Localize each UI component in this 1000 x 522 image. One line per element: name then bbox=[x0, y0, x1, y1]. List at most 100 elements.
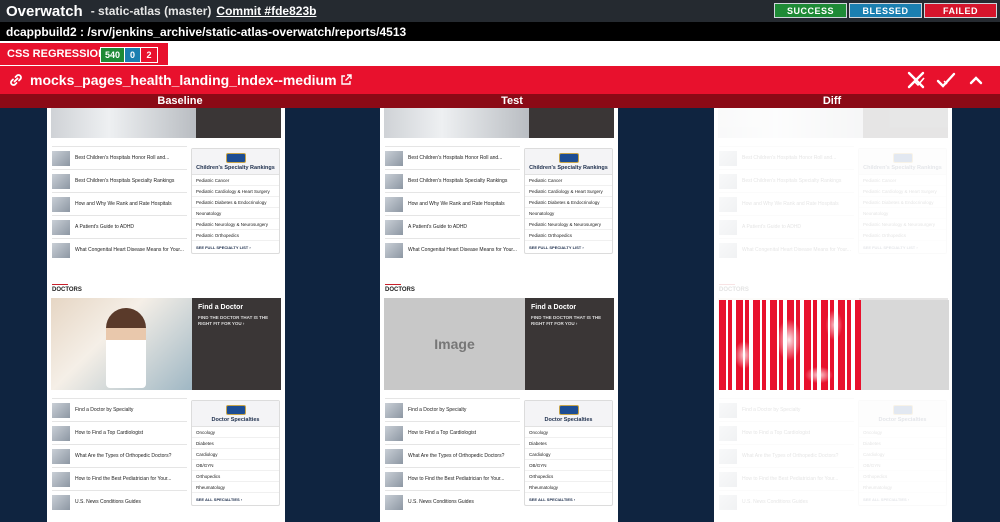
specialty-link[interactable]: Diabetes bbox=[525, 438, 612, 449]
ranking-link[interactable]: Neonatology bbox=[525, 208, 612, 219]
fail-count-badge[interactable]: 2 bbox=[141, 48, 157, 62]
list-item[interactable]: How and Why We Rank and Rate Hospitals bbox=[52, 192, 187, 215]
list-item[interactable]: What Congenital Heart Disease Means for … bbox=[385, 238, 520, 261]
specialty-link[interactable]: Orthopedics bbox=[192, 471, 279, 482]
list-item[interactable]: What Are the Types of Orthopedic Doctors… bbox=[719, 444, 854, 467]
specialty-link[interactable]: OB/GYN bbox=[192, 460, 279, 471]
specialty-link[interactable]: Cardiology bbox=[525, 449, 612, 460]
ranking-link[interactable]: Pediatric Orthopedics bbox=[525, 230, 612, 241]
list-item[interactable]: What Congenital Heart Disease Means for … bbox=[719, 238, 854, 261]
find-doctor-card[interactable]: Find a Doctor FIND THE DOCTOR THAT IS THE… bbox=[51, 298, 281, 390]
ranking-link[interactable]: Pediatric Orthopedics bbox=[192, 230, 279, 241]
find-doctor-panel: Find a Doctor FIND THE DOCTOR THAT IS THE… bbox=[525, 298, 614, 390]
list-item[interactable]: Find a Doctor by Specialty bbox=[719, 398, 854, 421]
list-item[interactable]: U.S. News Conditions Guides bbox=[385, 490, 520, 513]
specialty-link[interactable]: OB/GYN bbox=[859, 460, 946, 471]
list-item[interactable]: Best Children's Hospitals Specialty Rank… bbox=[52, 169, 187, 192]
find-doctor-card[interactable]: Image Find a Doctor FIND THE DOCTOR THAT I… bbox=[384, 298, 614, 390]
specialty-link[interactable]: Rheumatology bbox=[859, 482, 946, 493]
list-item[interactable]: How to Find a Top Cardiologist bbox=[385, 421, 520, 444]
specialty-link[interactable]: Oncology bbox=[192, 427, 279, 438]
list-item[interactable]: How to Find a Top Cardiologist bbox=[52, 421, 187, 444]
see-all-specialties-link[interactable]: SEE ALL SPECIALTIES › bbox=[525, 493, 612, 505]
specialty-link[interactable]: Oncology bbox=[525, 427, 612, 438]
hero-photo bbox=[718, 108, 863, 138]
bless-check-icon[interactable] bbox=[936, 70, 956, 90]
baseline-screenshot[interactable]: Best Children's Hospitals Honor Roll and… bbox=[47, 108, 285, 522]
list-item[interactable]: Best Children's Hospitals Honor Roll and… bbox=[385, 146, 520, 169]
list-item[interactable]: How and Why We Rank and Rate Hospitals bbox=[719, 192, 854, 215]
reject-icon[interactable] bbox=[906, 70, 926, 90]
ranking-link[interactable]: Pediatric Diabetes & Endocrinology bbox=[192, 197, 279, 208]
specialty-link[interactable]: Rheumatology bbox=[525, 482, 612, 493]
failed-button[interactable]: FAILED bbox=[924, 3, 997, 18]
section-divider bbox=[52, 284, 68, 285]
list-item[interactable]: Best Children's Hospitals Honor Roll and… bbox=[719, 146, 854, 169]
ranking-link[interactable]: Pediatric Cancer bbox=[192, 175, 279, 186]
specialties-title: Doctor Specialties bbox=[211, 416, 260, 423]
blessed-count-badge[interactable]: 0 bbox=[125, 48, 141, 62]
list-item[interactable]: U.S. News Conditions Guides bbox=[719, 490, 854, 513]
ranking-link[interactable]: Pediatric Neurology & Neurosurgery bbox=[859, 219, 946, 230]
specialty-link[interactable]: Rheumatology bbox=[192, 482, 279, 493]
specialty-link[interactable]: Orthopedics bbox=[525, 471, 612, 482]
specialty-link[interactable]: Diabetes bbox=[192, 438, 279, 449]
link-icon[interactable] bbox=[8, 72, 24, 88]
list-item[interactable]: A Patient's Guide to ADHD bbox=[385, 215, 520, 238]
ranking-link[interactable]: Pediatric Cardiology & Heart Surgery bbox=[192, 186, 279, 197]
ranking-link[interactable]: Pediatric Cancer bbox=[859, 175, 946, 186]
see-full-list-link[interactable]: SEE FULL SPECIALTY LIST › bbox=[192, 241, 279, 253]
see-full-list-link[interactable]: SEE FULL SPECIALTY LIST › bbox=[525, 241, 612, 253]
section-divider bbox=[385, 284, 401, 285]
hospital-article-list: Best Children's Hospitals Honor Roll and… bbox=[52, 146, 187, 261]
ranking-link[interactable]: Pediatric Cancer bbox=[525, 175, 612, 186]
specialty-link[interactable]: Cardiology bbox=[859, 449, 946, 460]
specialty-link[interactable]: OB/GYN bbox=[525, 460, 612, 471]
collapse-chevron-icon[interactable] bbox=[966, 70, 986, 90]
doctor-image bbox=[51, 298, 192, 390]
article-thumbnail bbox=[719, 242, 737, 258]
ranking-link[interactable]: Neonatology bbox=[859, 208, 946, 219]
external-link-icon[interactable] bbox=[340, 74, 352, 86]
article-thumbnail bbox=[385, 425, 403, 441]
list-item[interactable]: How to Find the Best Pediatrician for Yo… bbox=[385, 467, 520, 490]
list-item[interactable]: A Patient's Guide to ADHD bbox=[719, 215, 854, 238]
specialty-link[interactable]: Cardiology bbox=[192, 449, 279, 460]
article-thumbnail bbox=[385, 494, 403, 510]
list-item[interactable]: Best Children's Hospitals Honor Roll and… bbox=[52, 146, 187, 169]
list-item[interactable]: Best Children's Hospitals Specialty Rank… bbox=[719, 169, 854, 192]
list-item[interactable]: U.S. News Conditions Guides bbox=[52, 490, 187, 513]
list-item[interactable]: What Are the Types of Orthopedic Doctors… bbox=[52, 444, 187, 467]
list-item[interactable]: Find a Doctor by Specialty bbox=[385, 398, 520, 421]
pass-count-badge[interactable]: 540 bbox=[101, 48, 125, 62]
specialty-link[interactable]: Diabetes bbox=[859, 438, 946, 449]
commit-link[interactable]: Commit #fde823b bbox=[216, 4, 316, 18]
ranking-link[interactable]: Pediatric Neurology & Neurosurgery bbox=[525, 219, 612, 230]
specialty-link[interactable]: Orthopedics bbox=[859, 471, 946, 482]
list-item[interactable]: How and Why We Rank and Rate Hospitals bbox=[385, 192, 520, 215]
specialty-link[interactable]: Oncology bbox=[859, 427, 946, 438]
list-item[interactable]: A Patient's Guide to ADHD bbox=[52, 215, 187, 238]
test-screenshot[interactable]: Best Children's Hospitals Honor Roll and… bbox=[380, 108, 618, 522]
ranking-link[interactable]: Pediatric Neurology & Neurosurgery bbox=[192, 219, 279, 230]
ranking-link[interactable]: Pediatric Cardiology & Heart Surgery bbox=[859, 186, 946, 197]
ranking-link[interactable]: Pediatric Orthopedics bbox=[859, 230, 946, 241]
see-all-specialties-link[interactable]: SEE ALL SPECIALTIES › bbox=[192, 493, 279, 505]
ranking-link[interactable]: Pediatric Diabetes & Endocrinology bbox=[525, 197, 612, 208]
blessed-button[interactable]: BLESSED bbox=[849, 3, 922, 18]
list-item[interactable]: Best Children's Hospitals Specialty Rank… bbox=[385, 169, 520, 192]
list-item[interactable]: What Are the Types of Orthopedic Doctors… bbox=[385, 444, 520, 467]
ranking-link[interactable]: Neonatology bbox=[192, 208, 279, 219]
ranking-link[interactable]: Pediatric Diabetes & Endocrinology bbox=[859, 197, 946, 208]
success-button[interactable]: SUCCESS bbox=[774, 3, 847, 18]
see-all-specialties-link[interactable]: SEE ALL SPECIALTIES › bbox=[859, 493, 946, 505]
list-item[interactable]: How to Find a Top Cardiologist bbox=[719, 421, 854, 444]
list-item[interactable]: Find a Doctor by Specialty bbox=[52, 398, 187, 421]
list-item[interactable]: What Congenital Heart Disease Means for … bbox=[52, 238, 187, 261]
ranking-link[interactable]: Pediatric Cardiology & Heart Surgery bbox=[525, 186, 612, 197]
see-full-list-link[interactable]: SEE FULL SPECIALTY LIST › bbox=[859, 241, 946, 253]
list-item[interactable]: How to Find the Best Pediatrician for Yo… bbox=[52, 467, 187, 490]
diff-screenshot[interactable]: Best Children's Hospitals Honor Roll and… bbox=[714, 108, 952, 522]
article-thumbnail bbox=[52, 242, 70, 258]
list-item[interactable]: How to Find the Best Pediatrician for Yo… bbox=[719, 467, 854, 490]
